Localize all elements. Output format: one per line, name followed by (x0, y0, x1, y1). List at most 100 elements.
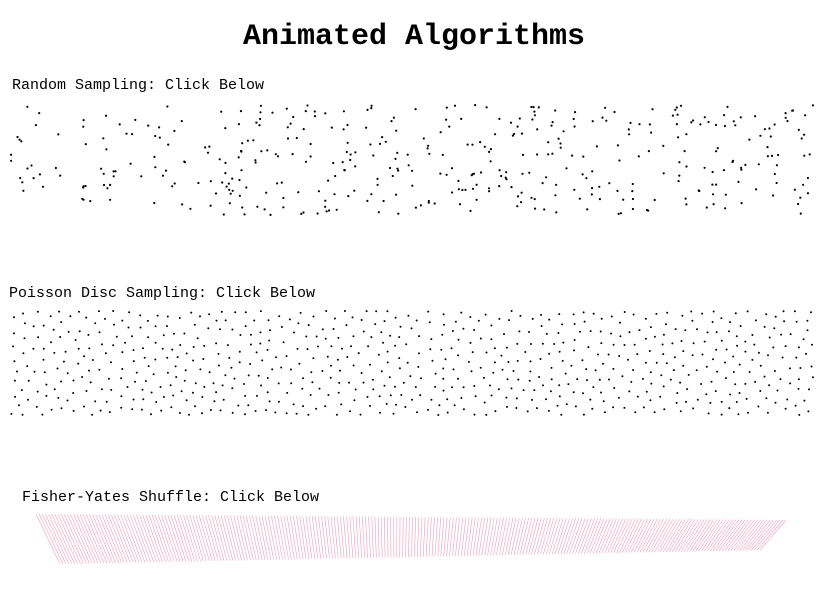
shuffle-line (610, 518, 627, 554)
poisson-sample-dot (259, 342, 262, 345)
poisson-sample-dot (324, 337, 327, 340)
random-sample-dot (703, 166, 706, 169)
random-sample-dot (221, 181, 224, 184)
random-sample-dot (530, 105, 533, 109)
random-sample-dot (547, 141, 550, 144)
random-sample-dot (422, 137, 425, 140)
poisson-sample-dot (685, 400, 687, 403)
random-sample-dot (533, 207, 537, 210)
poisson-sample-dot (172, 394, 175, 397)
random-sample-dot (82, 198, 85, 201)
random-sample-dot (82, 186, 85, 189)
poisson-sample-dot (803, 399, 806, 402)
random-sample-dot (638, 123, 641, 126)
poisson-sample-dot (266, 348, 269, 351)
poisson-sample-dot (402, 381, 405, 384)
shuffle-line (537, 518, 548, 555)
poisson-sample-dot (52, 328, 55, 331)
poisson-sample-dot (806, 329, 809, 332)
random-sample-dot (171, 185, 174, 188)
random-sample-dot (637, 155, 640, 158)
poisson-sample-dot (230, 366, 233, 369)
random-sample-dot (676, 113, 679, 116)
poisson-sample-dot (784, 407, 787, 410)
random-sample-dot (225, 185, 228, 188)
poisson-sample-dot (259, 310, 262, 313)
poisson-sample-dot (126, 386, 129, 388)
random-sample-dot (10, 153, 13, 156)
poisson-sample-dot (16, 370, 18, 373)
poisson-sample-dot (585, 368, 588, 371)
random-sample-dot (811, 104, 815, 107)
poisson-sample-dot (732, 371, 735, 373)
random-sample-dot (218, 158, 221, 161)
poisson-sample-dot (13, 316, 15, 319)
poisson-sample-dot (784, 345, 787, 348)
poisson-sample-dot (124, 341, 127, 344)
random-sample-dot (601, 116, 604, 119)
random-sample-dot (469, 209, 472, 212)
shuffle-line (315, 516, 321, 559)
random-sample-dot (723, 114, 726, 117)
random-sample-dot (759, 134, 762, 137)
random-sample-dot (799, 196, 802, 199)
poisson-sample-dot (419, 394, 422, 397)
poisson-sample-dot (541, 342, 544, 345)
random-sample-dot (57, 133, 60, 136)
poisson-sample-dot (686, 388, 689, 391)
random-sample-dot (516, 205, 519, 208)
random-sample-dot (214, 192, 218, 195)
random-sample-dot (786, 119, 789, 123)
poisson-sample-dot (701, 353, 704, 356)
poisson-sample-dot (759, 364, 762, 367)
poisson-sample-dot (767, 354, 769, 357)
random-sample-dot (376, 177, 379, 180)
poisson-sample-dot (672, 369, 675, 372)
poisson-sample-dot (679, 410, 682, 413)
poisson-sample-dot (462, 386, 465, 389)
poisson-sample-dot (161, 347, 164, 350)
poisson-sample-dot (779, 378, 782, 381)
poisson-sample-dot (470, 370, 473, 373)
poisson-sample-dot (591, 407, 594, 410)
fisher-yates-shuffle-canvas[interactable] (30, 512, 792, 568)
random-sample-dot (265, 191, 268, 194)
random-sample-dot (445, 106, 448, 109)
shuffle-line (724, 519, 749, 551)
poisson-sample-dot (655, 312, 658, 315)
poisson-sample-dot (505, 346, 508, 349)
shuffle-line (246, 515, 257, 561)
random-sample-dot (605, 119, 608, 122)
random-sample-dot (259, 111, 262, 114)
poisson-sample-dot (682, 350, 685, 353)
random-sample-dot (591, 120, 594, 123)
poisson-sample-dot (493, 361, 496, 364)
poisson-sample-dot (98, 368, 101, 371)
random-sample-dot (82, 119, 85, 122)
poisson-sample-dot (183, 379, 186, 382)
poisson-sample-dot (687, 373, 690, 376)
poisson-sample-dot (805, 352, 807, 355)
poisson-sample-dot (307, 324, 310, 327)
shuffle-line (54, 514, 78, 564)
poisson-sample-dot (389, 394, 392, 397)
poisson-sample-dot (56, 367, 59, 370)
poisson-sample-dot (404, 406, 407, 408)
poisson-sample-dot (217, 364, 220, 367)
poisson-sample-dot (457, 377, 459, 380)
random-sample-dot (537, 106, 540, 109)
random-sample-dot (685, 165, 688, 168)
shuffle-line (308, 516, 316, 559)
shuffle-line (411, 516, 413, 558)
shuffle-line (387, 516, 389, 558)
random-sampling-canvas[interactable] (8, 102, 816, 218)
shuffle-line (176, 515, 193, 562)
random-sample-dot (181, 203, 184, 206)
random-sample-dot (332, 161, 335, 165)
poisson-sample-dot (679, 381, 682, 384)
random-sample-dot (32, 177, 35, 180)
random-sample-dot (109, 183, 112, 186)
random-sample-dot (286, 137, 290, 140)
poisson-disc-sampling-canvas[interactable] (8, 308, 816, 418)
shuffle-line (434, 517, 438, 557)
